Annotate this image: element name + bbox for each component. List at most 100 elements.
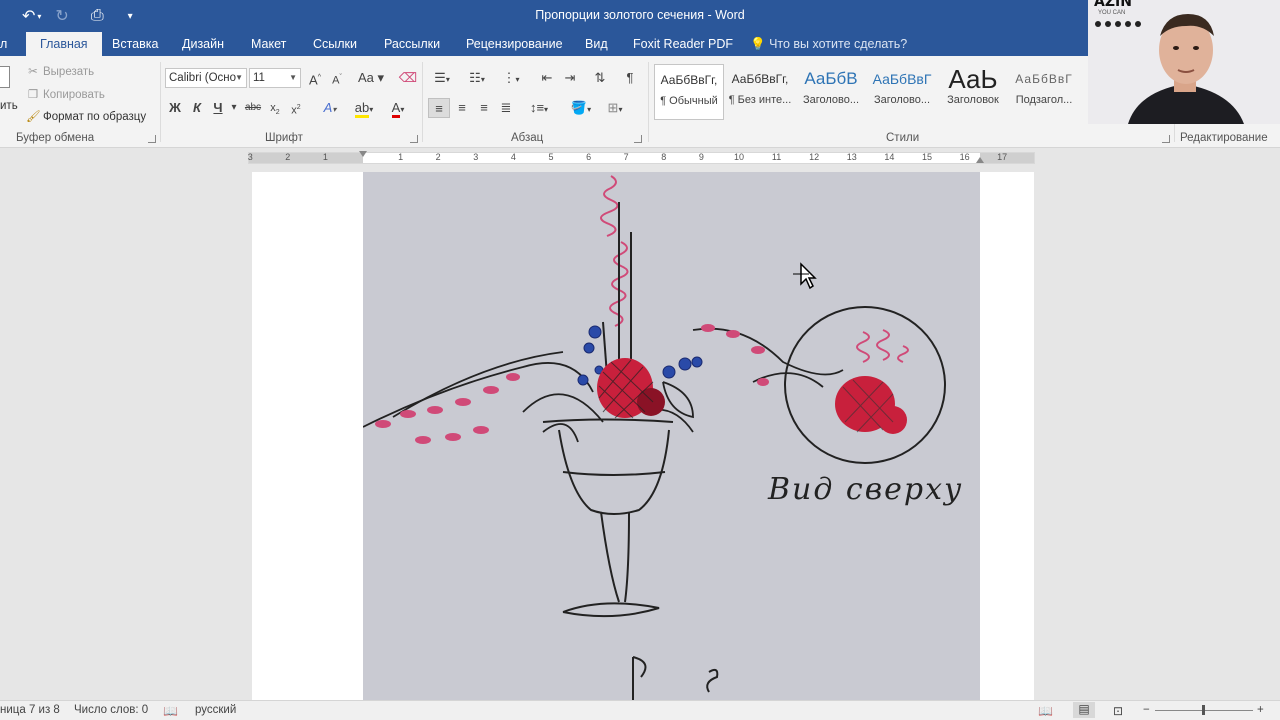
zoom-out-button[interactable]: − bbox=[1143, 704, 1150, 716]
ruler-left-margin bbox=[249, 153, 363, 163]
shrink-font-button[interactable]: Aˇ bbox=[328, 68, 346, 88]
align-left-icon[interactable]: ≡ bbox=[428, 98, 450, 118]
decrease-indent-icon[interactable]: ⇤ bbox=[537, 68, 557, 88]
styles-launcher-icon[interactable] bbox=[1162, 135, 1170, 143]
right-indent-marker-icon[interactable] bbox=[976, 157, 984, 163]
line-spacing-button[interactable]: ↕≡▾ bbox=[524, 98, 554, 118]
chevron-down-icon: ▼ bbox=[289, 73, 297, 82]
zoom-in-button[interactable]: + bbox=[1257, 704, 1264, 716]
ruler-number: 1 bbox=[322, 152, 328, 162]
highlighter-icon: ab bbox=[354, 100, 370, 118]
tell-me-text: Что вы хотите сделать? bbox=[769, 37, 908, 51]
justify-icon[interactable]: ≣ bbox=[496, 98, 516, 118]
underline-button[interactable]: Ч bbox=[210, 98, 226, 118]
tab-layout[interactable]: Макет bbox=[251, 32, 286, 56]
paste-icon bbox=[0, 66, 10, 88]
style-normal[interactable]: АаБбВвГг, ¶ Обычный bbox=[654, 64, 724, 120]
style-heading-1[interactable]: АаБбВ Заголово... bbox=[796, 64, 866, 120]
numbering-button[interactable]: ☷▾ bbox=[462, 68, 492, 88]
scissors-icon: ✂ bbox=[28, 66, 38, 78]
ruler-number: 11 bbox=[771, 152, 782, 162]
clipboard-launcher-icon[interactable] bbox=[148, 135, 156, 143]
ruler-number: 7 bbox=[623, 152, 629, 162]
tab-references[interactable]: Ссылки bbox=[313, 32, 357, 56]
tab-insert[interactable]: Вставка bbox=[112, 32, 158, 56]
tab-design[interactable]: Дизайн bbox=[182, 32, 224, 56]
copy-icon: ❐ bbox=[27, 89, 39, 101]
read-mode-icon[interactable]: 📖 bbox=[1038, 704, 1053, 718]
ruler-number: 3 bbox=[473, 152, 479, 162]
subscript-button[interactable]: x2 bbox=[266, 98, 284, 118]
flower-arrangement-drawing bbox=[363, 175, 946, 700]
chevron-down-icon: ▼ bbox=[235, 73, 243, 82]
underline-dropdown-icon[interactable]: ▾ bbox=[228, 98, 240, 118]
superscript-button[interactable]: x2 bbox=[287, 98, 305, 118]
multilevel-list-button[interactable]: ⋮▾ bbox=[497, 68, 525, 88]
bold-button[interactable]: Ж bbox=[167, 98, 183, 118]
proofing-icon[interactable]: 📖 bbox=[163, 704, 178, 718]
style-heading-2[interactable]: АаБбВвГ Заголово... bbox=[867, 64, 937, 120]
tab-review[interactable]: Рецензирование bbox=[466, 32, 563, 56]
style-name: Заголовок bbox=[947, 94, 999, 106]
multilevel-list-icon: ⋮ bbox=[502, 70, 516, 85]
tab-home[interactable]: Главная bbox=[26, 32, 102, 56]
style-name: ¶ Без инте... bbox=[728, 94, 792, 106]
clear-formatting-icon[interactable]: ⌫ bbox=[398, 68, 418, 88]
paragraph-launcher-icon[interactable] bbox=[634, 135, 642, 143]
style-subtitle[interactable]: АаБбВвГ Подзагол... bbox=[1009, 64, 1079, 120]
borders-icon: ⊞ bbox=[607, 100, 619, 115]
style-no-spacing[interactable]: АаБбВвГг, ¶ Без инте... bbox=[725, 64, 795, 120]
increase-indent-icon[interactable]: ⇥ bbox=[560, 68, 580, 88]
ruler-number: 12 bbox=[809, 152, 820, 162]
strikethrough-button[interactable]: abc bbox=[243, 98, 263, 118]
language-indicator[interactable]: русский bbox=[195, 704, 236, 716]
ruler-number: 3 bbox=[247, 152, 253, 162]
style-preview: АаБбВвГг, bbox=[660, 73, 718, 87]
print-layout-icon[interactable]: ▤ bbox=[1073, 702, 1095, 718]
change-case-button[interactable]: Aa ▾ bbox=[356, 68, 386, 88]
text-effects-button[interactable]: A▾ bbox=[318, 98, 342, 118]
format-painter-button[interactable]: 🖌 Формат по образцу bbox=[26, 109, 146, 123]
cut-button[interactable]: ✂ Вырезать bbox=[26, 64, 94, 78]
tab-mailings[interactable]: Рассылки bbox=[384, 32, 440, 56]
italic-button[interactable]: К bbox=[189, 98, 205, 118]
style-title[interactable]: АаЬ Заголовок bbox=[938, 64, 1008, 120]
status-bar: ница 7 из 8 Число слов: 0 📖 русский 📖 ▤ … bbox=[0, 700, 1280, 720]
font-name-combo[interactable]: Calibri (Осно ▼ bbox=[165, 68, 247, 88]
tab-view[interactable]: Вид bbox=[585, 32, 608, 56]
font-name-value: Calibri (Осно bbox=[169, 72, 237, 84]
font-size-combo[interactable]: 11 ▼ bbox=[249, 68, 301, 88]
show-marks-icon[interactable]: ¶ bbox=[620, 68, 640, 88]
font-launcher-icon[interactable] bbox=[410, 135, 418, 143]
cut-label: Вырезать bbox=[43, 66, 95, 78]
ruler-number: 10 bbox=[733, 152, 744, 162]
divider bbox=[160, 62, 161, 142]
tab-foxit[interactable]: Foxit Reader PDF bbox=[633, 32, 733, 56]
brush-icon: 🖌 bbox=[26, 111, 41, 123]
sort-icon[interactable]: ⇅ bbox=[590, 68, 610, 88]
bullets-button[interactable]: ☰▾ bbox=[428, 68, 456, 88]
tab-file[interactable]: л bbox=[0, 32, 7, 56]
align-center-icon[interactable]: ≡ bbox=[452, 98, 472, 118]
clipboard-group-label: Буфер обмена bbox=[16, 132, 95, 144]
shading-button[interactable]: 🪣▾ bbox=[566, 98, 596, 118]
ruler-number: 8 bbox=[661, 152, 667, 162]
document-image[interactable]: Вид сверху bbox=[363, 172, 980, 700]
paste-button[interactable]: ить bbox=[0, 64, 18, 124]
web-layout-icon[interactable]: ⊡ bbox=[1113, 704, 1123, 718]
divider bbox=[422, 62, 423, 142]
copy-button[interactable]: ❐ Копировать bbox=[26, 87, 105, 101]
tell-me-box[interactable]: 💡 Что вы хотите сделать? bbox=[750, 32, 907, 56]
style-name: Заголово... bbox=[802, 94, 860, 106]
word-count[interactable]: Число слов: 0 bbox=[74, 704, 148, 716]
page-indicator[interactable]: ница 7 из 8 bbox=[0, 704, 60, 716]
horizontal-ruler[interactable]: 3 2 1 1 2 3 4 5 6 7 8 9 10 11 12 13 14 15 16 17 bbox=[248, 151, 1035, 164]
editing-group-label: Редактирование bbox=[1180, 132, 1268, 144]
align-right-icon[interactable]: ≡ bbox=[474, 98, 494, 118]
indent-marker-icon[interactable] bbox=[359, 151, 367, 157]
grow-font-button[interactable]: A^ bbox=[306, 68, 324, 88]
font-color-button[interactable]: A▾ bbox=[384, 98, 412, 118]
zoom-slider-thumb[interactable] bbox=[1202, 705, 1205, 715]
highlight-button[interactable]: ab▾ bbox=[350, 98, 378, 118]
borders-button[interactable]: ⊞▾ bbox=[600, 98, 630, 118]
